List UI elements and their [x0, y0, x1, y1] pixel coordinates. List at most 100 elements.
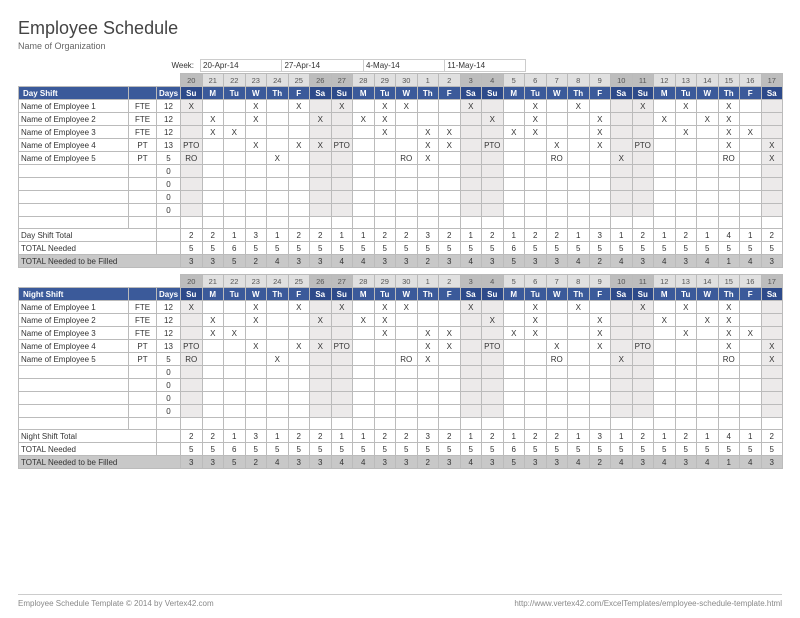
shift-cell[interactable]: X [417, 126, 439, 139]
shift-cell[interactable] [568, 353, 590, 366]
shift-cell[interactable]: X [267, 152, 289, 165]
shift-cell[interactable]: X [310, 314, 332, 327]
shift-cell[interactable] [353, 301, 375, 314]
shift-cell[interactable] [632, 327, 654, 340]
shift-cell[interactable] [439, 113, 461, 126]
shift-cell[interactable] [697, 353, 719, 366]
shift-cell[interactable] [460, 340, 482, 353]
shift-cell[interactable] [589, 301, 611, 314]
shift-cell[interactable] [654, 301, 676, 314]
shift-cell[interactable] [267, 113, 289, 126]
shift-cell[interactable] [654, 353, 676, 366]
shift-cell[interactable]: X [589, 314, 611, 327]
shift-cell[interactable] [654, 139, 676, 152]
shift-cell[interactable]: X [675, 126, 697, 139]
shift-cell[interactable] [224, 152, 246, 165]
shift-cell[interactable]: X [568, 100, 590, 113]
shift-cell[interactable]: X [288, 301, 310, 314]
shift-cell[interactable]: X [525, 327, 547, 340]
shift-cell[interactable] [460, 327, 482, 340]
shift-cell[interactable] [675, 314, 697, 327]
shift-cell[interactable]: X [761, 152, 783, 165]
shift-cell[interactable]: X [245, 340, 267, 353]
shift-cell[interactable]: X [697, 113, 719, 126]
shift-cell[interactable] [654, 152, 676, 165]
shift-cell[interactable] [503, 314, 525, 327]
shift-cell[interactable]: RO [396, 152, 418, 165]
shift-cell[interactable]: X [288, 139, 310, 152]
shift-cell[interactable] [675, 152, 697, 165]
shift-cell[interactable]: X [417, 327, 439, 340]
shift-cell[interactable] [525, 340, 547, 353]
shift-cell[interactable]: X [202, 126, 224, 139]
shift-cell[interactable] [224, 301, 246, 314]
shift-cell[interactable]: X [353, 314, 375, 327]
shift-cell[interactable] [202, 301, 224, 314]
shift-cell[interactable]: X [224, 126, 246, 139]
shift-cell[interactable]: X [267, 353, 289, 366]
shift-cell[interactable] [396, 327, 418, 340]
shift-cell[interactable] [568, 340, 590, 353]
shift-cell[interactable]: X [525, 301, 547, 314]
shift-cell[interactable]: X [546, 139, 568, 152]
shift-cell[interactable] [396, 139, 418, 152]
shift-cell[interactable] [503, 113, 525, 126]
shift-cell[interactable] [482, 152, 504, 165]
shift-cell[interactable]: X [654, 314, 676, 327]
shift-cell[interactable]: X [310, 113, 332, 126]
shift-cell[interactable] [396, 314, 418, 327]
shift-cell[interactable] [761, 100, 783, 113]
shift-cell[interactable] [224, 113, 246, 126]
shift-cell[interactable]: X [288, 100, 310, 113]
shift-cell[interactable] [224, 139, 246, 152]
shift-cell[interactable] [761, 327, 783, 340]
shift-cell[interactable]: RO [181, 152, 203, 165]
shift-cell[interactable] [331, 327, 353, 340]
shift-cell[interactable]: X [245, 100, 267, 113]
shift-cell[interactable] [675, 353, 697, 366]
shift-cell[interactable] [503, 353, 525, 366]
shift-cell[interactable]: PTO [181, 139, 203, 152]
shift-cell[interactable] [503, 301, 525, 314]
shift-cell[interactable]: X [761, 340, 783, 353]
shift-cell[interactable]: X [718, 126, 740, 139]
shift-cell[interactable]: X [589, 327, 611, 340]
shift-cell[interactable] [740, 314, 762, 327]
shift-cell[interactable] [267, 314, 289, 327]
shift-cell[interactable] [310, 100, 332, 113]
shift-cell[interactable] [482, 100, 504, 113]
shift-cell[interactable]: X [396, 100, 418, 113]
shift-cell[interactable]: RO [181, 353, 203, 366]
shift-cell[interactable] [568, 327, 590, 340]
shift-cell[interactable]: X [761, 139, 783, 152]
shift-cell[interactable] [331, 113, 353, 126]
shift-cell[interactable]: X [718, 139, 740, 152]
shift-cell[interactable]: X [761, 353, 783, 366]
shift-cell[interactable] [439, 353, 461, 366]
shift-cell[interactable]: X [718, 314, 740, 327]
shift-cell[interactable] [353, 152, 375, 165]
shift-cell[interactable]: X [460, 301, 482, 314]
shift-cell[interactable] [632, 314, 654, 327]
shift-cell[interactable] [439, 100, 461, 113]
shift-cell[interactable] [288, 314, 310, 327]
shift-cell[interactable]: X [568, 301, 590, 314]
shift-cell[interactable] [611, 100, 633, 113]
shift-cell[interactable] [396, 126, 418, 139]
shift-cell[interactable] [740, 353, 762, 366]
shift-cell[interactable] [224, 100, 246, 113]
shift-cell[interactable] [525, 152, 547, 165]
shift-cell[interactable]: X [439, 139, 461, 152]
shift-cell[interactable] [353, 327, 375, 340]
shift-cell[interactable] [310, 126, 332, 139]
shift-cell[interactable] [589, 353, 611, 366]
shift-cell[interactable]: RO [718, 152, 740, 165]
shift-cell[interactable]: X [718, 301, 740, 314]
shift-cell[interactable]: X [245, 314, 267, 327]
shift-cell[interactable] [224, 340, 246, 353]
shift-cell[interactable] [310, 327, 332, 340]
shift-cell[interactable]: X [374, 301, 396, 314]
shift-cell[interactable] [245, 353, 267, 366]
shift-cell[interactable] [353, 353, 375, 366]
shift-cell[interactable] [611, 139, 633, 152]
